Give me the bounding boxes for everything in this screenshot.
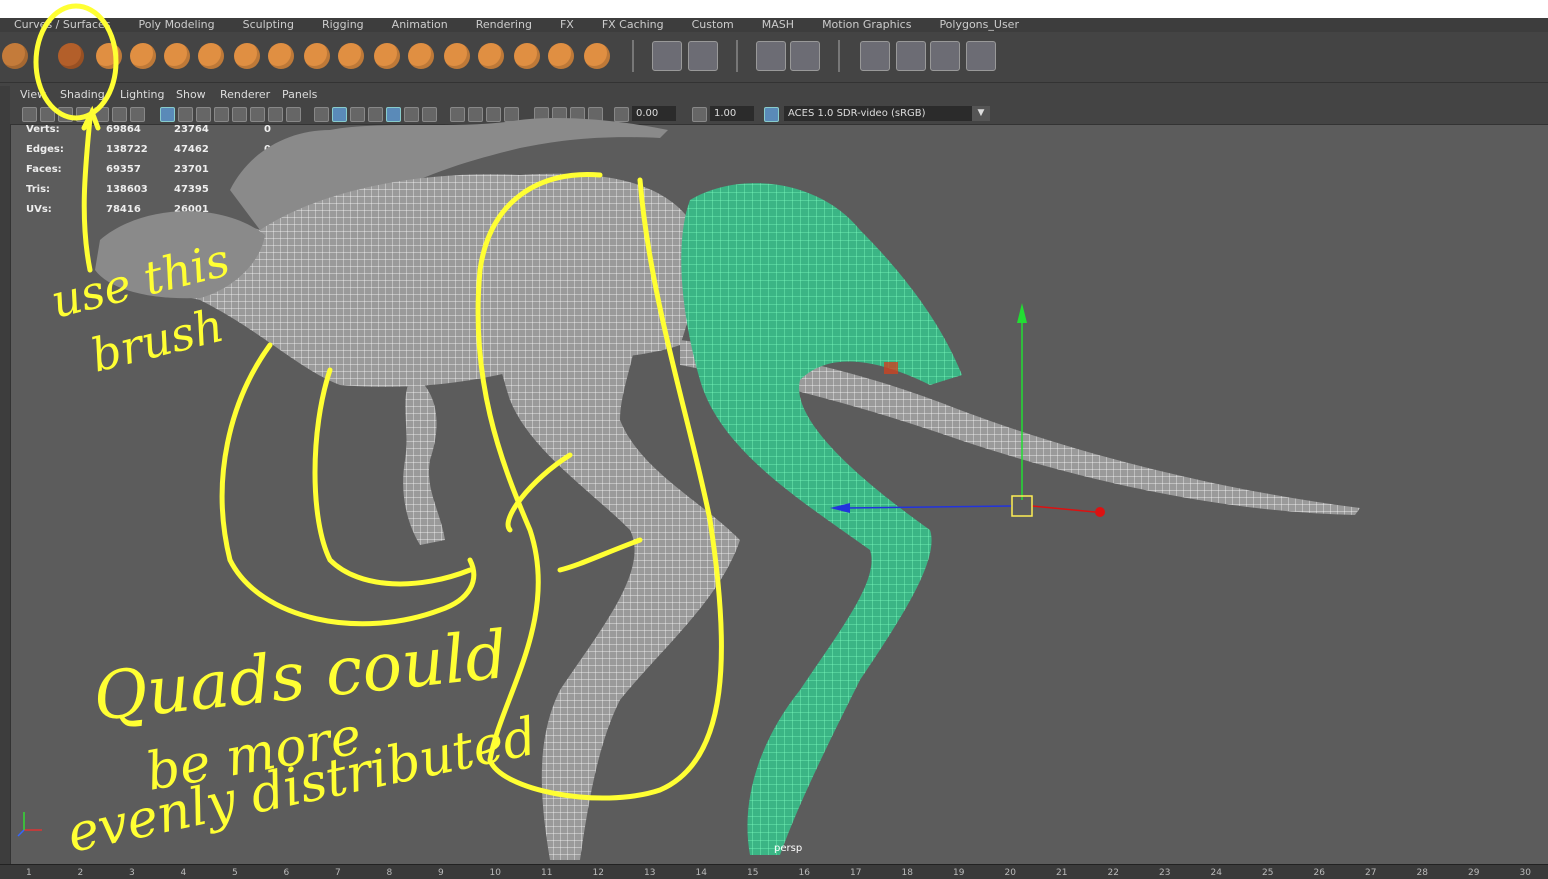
timeline-tick: 1 [26, 868, 32, 878]
selected-vertex [884, 362, 898, 374]
selected-leg-mesh [681, 183, 962, 855]
camera-label: persp [774, 843, 803, 854]
timeline-tick: 6 [283, 868, 290, 878]
timeline-tick: 25 [1262, 868, 1274, 878]
timeline-tick: 20 [1004, 868, 1016, 878]
view-axis-z [17, 829, 25, 837]
timeline-tick: 21 [1056, 868, 1068, 878]
timeline-tick: 18 [901, 868, 913, 878]
scene-drawing: use this brush Quads could be more evenl… [17, 3, 1360, 865]
timeline-tick: 5 [232, 868, 238, 878]
timeline-tick: 10 [489, 868, 501, 878]
front-leg-mesh [403, 380, 445, 545]
timeline-tick: 27 [1365, 868, 1377, 878]
timeline-tick: 28 [1416, 868, 1428, 878]
timeline-tick: 30 [1519, 868, 1531, 878]
timeline-tick: 15 [747, 868, 759, 878]
manip-y-arrow [1017, 303, 1027, 323]
timeline-tick: 9 [438, 868, 444, 878]
timeline-tick: 23 [1159, 868, 1171, 878]
timeline-tick: 26 [1313, 868, 1325, 878]
timeline-tick: 19 [953, 868, 965, 878]
timeline-tick: 11 [541, 868, 553, 878]
manip-x-handle [1095, 507, 1105, 517]
timeline-tick: 29 [1468, 868, 1480, 878]
timeline-tick: 3 [129, 868, 135, 878]
timeline-tick: 24 [1210, 868, 1222, 878]
timeline-tick: 13 [644, 868, 656, 878]
timeline-tick: 17 [850, 868, 862, 878]
timeline-tick: 16 [798, 868, 810, 878]
timeline[interactable]: 1 2 3 4 5 6 7 8 9 10 11 12 13 14 15 16 17 18 19 20 21 22 23 24 2… [0, 864, 1548, 879]
timeline-tick: 7 [335, 868, 341, 878]
timeline-tick: 12 [592, 868, 604, 878]
manip-x-axis [1031, 505, 1096, 513]
timeline-tick: 4 [180, 868, 187, 878]
timeline-tick: 22 [1107, 868, 1119, 878]
timeline-tick: 8 [386, 868, 393, 878]
timeline-tick: 14 [695, 868, 707, 878]
timeline-tick: 2 [77, 868, 84, 878]
